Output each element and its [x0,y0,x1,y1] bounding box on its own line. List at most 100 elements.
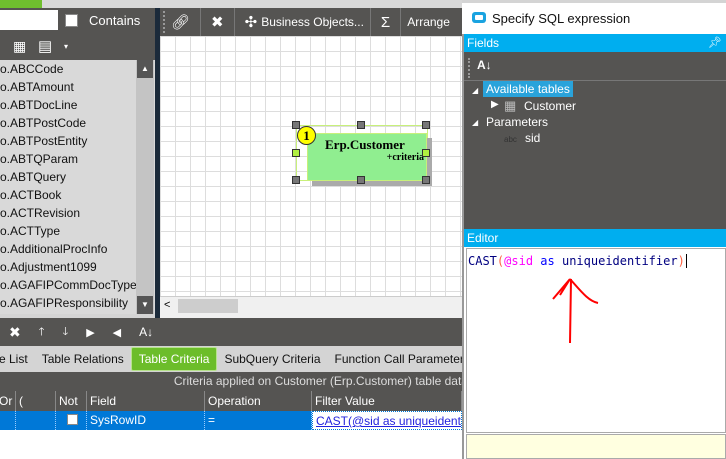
entity-name: Erp.Customer [325,137,405,152]
expand-icon[interactable]: ◢ [472,86,478,95]
list-item[interactable]: o.ACTBook [0,186,155,204]
list-item[interactable]: o.ACTType [0,222,155,240]
contains-checkbox[interactable] [65,14,78,27]
resize-handle[interactable] [357,176,365,184]
entity-criteria: +criteria [386,152,424,163]
criteria-info: Criteria applied on Customer (Erp.Custom… [0,372,462,391]
scroll-down-icon[interactable]: ▼ [137,296,153,314]
expand-icon[interactable]: ◢ [472,118,478,127]
list-item[interactable]: o.ABTQParam [0,150,155,168]
resize-handle[interactable] [422,121,430,129]
tab-table-criteria[interactable]: Table Criteria [130,346,218,371]
cell-field[interactable]: SysRowID [87,411,205,430]
tab-subquery-criteria[interactable]: SubQuery Criteria [217,352,327,366]
table-search-input[interactable] [0,10,58,30]
sql-function: CAST [468,254,497,268]
calculator-icon[interactable]: ▤ [38,37,52,55]
fields-panel: A↓ ◢ Available tables ▶ ▦ Customer ◢ Par… [464,52,726,229]
col-filter-value[interactable]: Filter Value [312,391,462,411]
sigma-button[interactable]: Σ [377,14,394,31]
tree-available-tables[interactable]: Available tables [483,81,573,97]
list-item[interactable]: o.ACTRevision [0,204,155,222]
move-up-icon[interactable]: 🡑 [30,323,54,342]
cell-not[interactable] [56,411,87,430]
sql-keyword: as [540,254,555,268]
cell-or[interactable] [0,411,16,430]
criteria-grid-header: Or ( Not Field Operation Filter Value [0,391,462,411]
sql-param: @sid [504,254,534,268]
list-item[interactable]: o.ABTAmount [0,78,155,96]
dropdown-icon[interactable]: ▾ [64,42,68,51]
col-or[interactable]: Or [0,391,16,411]
list-item[interactable]: o.AdditionalProcInfo [0,240,155,258]
list-item[interactable]: o.AGAFIPResponsibility [0,294,155,312]
editor-header: Editor [464,229,726,247]
indent-icon[interactable]: ▶ [77,326,103,339]
criteria-info-text: Criteria applied on Customer (Erp.Custom… [173,374,462,388]
cell-paren[interactable] [16,411,56,430]
canvas-hscrollbar[interactable]: < [160,296,462,318]
sql-paren: ) [677,254,685,268]
col-operation[interactable]: Operation [205,391,312,411]
cell-operation[interactable]: = [205,411,312,430]
fields-header-label: Fields [467,36,500,50]
tab-function-call-parameters[interactable]: Function Call Parameters [328,352,463,366]
tree-parameters[interactable]: Parameters [486,115,548,129]
criteria-toolbar: ✖ 🡑 🡓 ▶ ◀ A↓ [0,318,462,346]
scroll-left-icon[interactable]: < [164,299,170,311]
tree-customer[interactable]: Customer [524,99,576,113]
dialog-app-icon [472,12,486,23]
editor-hint-area [466,434,726,459]
tab-e-list[interactable]: e List [0,352,35,366]
business-objects-icon[interactable]: ✣ [241,13,262,31]
list-item[interactable]: o.ABTDocLine [0,96,155,114]
entity-erp-customer[interactable]: Erp.Customer +criteria [307,133,427,181]
table-icon: ▦ [504,98,517,113]
designer-toolbar: 🔗︎ ✖ ✣ Business Objects... Σ Arrange [160,8,462,36]
bottom-tabs: e List Table Relations Table Criteria SubQu… [0,346,462,371]
business-objects-button[interactable]: Business Objects... [261,15,364,29]
table-row[interactable]: SysRowID = CAST(@sid as uniqueidentifier… [0,411,462,430]
contains-label: Contains [89,13,141,28]
outdent-icon[interactable]: ◀ [104,326,130,339]
pin-icon[interactable]: 📌︎ [708,34,722,52]
list-item[interactable]: o.ABCCode [0,60,155,78]
tree-param-sid[interactable]: sid [525,131,540,145]
list-item[interactable]: o.ABTPostCode [0,114,155,132]
list-scrollbar[interactable]: ▲ ▼ [136,60,154,314]
delete-icon[interactable]: ✖ [0,324,30,341]
list-item[interactable]: o.ABTQuery [0,168,155,186]
scroll-thumb[interactable] [178,299,238,313]
sort-icon[interactable]: A↓ [130,325,162,339]
not-checkbox[interactable] [67,414,78,425]
collapsed-arrow-icon[interactable]: ▶ [491,99,499,110]
resize-handle[interactable] [357,121,365,129]
red-arrow-annotation [552,278,599,344]
resize-handle[interactable] [292,121,300,129]
connection-handle[interactable] [292,149,300,157]
arrange-button[interactable]: Arrange [407,15,450,29]
col-paren[interactable]: ( [16,391,56,411]
tab-table-relations[interactable]: Table Relations [35,352,131,366]
sort-az-icon[interactable]: A↓ [477,58,492,72]
move-down-icon[interactable]: 🡓 [53,323,77,342]
string-type-icon: abc [504,135,517,144]
list-item[interactable]: o.Adjustment1099 [0,258,155,276]
dialog-title: Specify SQL expression [462,3,726,34]
delete-icon[interactable]: ✖ [207,13,228,31]
cell-filter-value[interactable]: CAST(@sid as uniqueidentifier) [312,411,462,430]
col-not[interactable]: Not [56,391,87,411]
list-item[interactable]: o.AGAFIPCommDocType [0,276,155,294]
table-list[interactable]: o.ABCCode o.ABTAmount o.ABTDocLine o.ABTPos… [0,60,155,314]
col-field[interactable]: Field [87,391,205,411]
top-strip [0,0,462,8]
list-item[interactable]: o.ABTPostEntity [0,132,155,150]
connection-handle[interactable] [422,149,430,157]
scroll-up-icon[interactable]: ▲ [137,60,153,78]
grid-empty-area [0,430,462,459]
link-icon[interactable]: 🔗︎ [167,13,194,31]
resize-handle[interactable] [422,176,430,184]
resize-handle[interactable] [292,176,300,184]
table-view-icon[interactable]: ▦ [13,38,26,55]
sql-type: uniqueidentifier [561,254,678,268]
